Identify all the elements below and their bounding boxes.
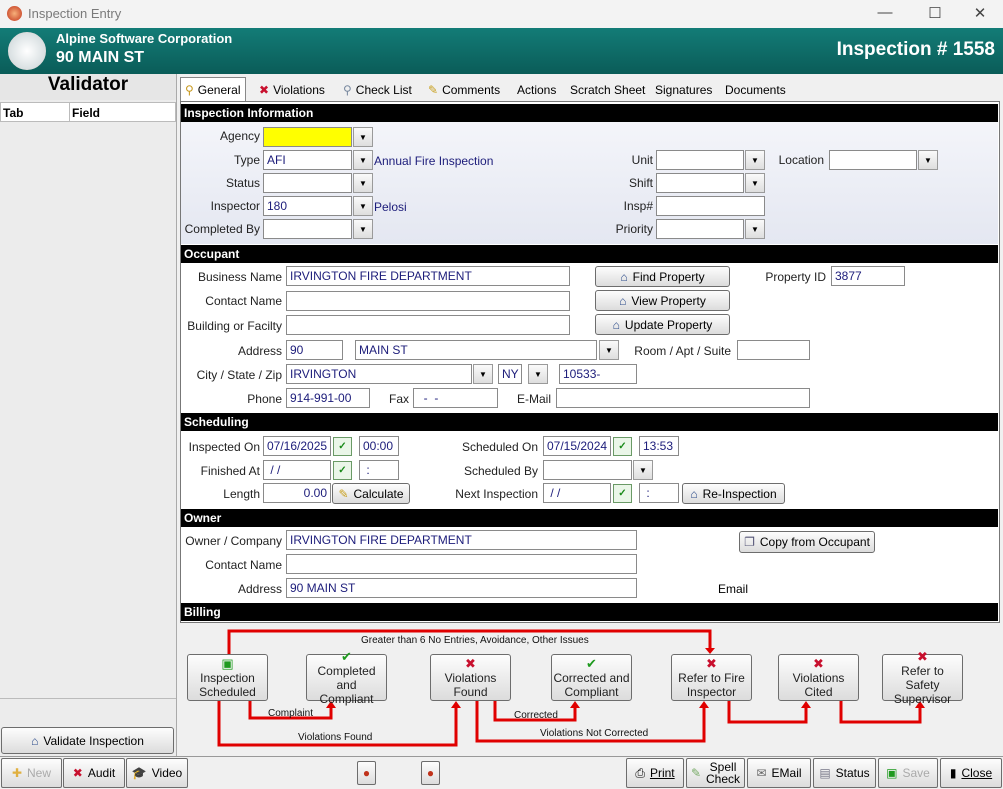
corrected-label: Corrected [514, 710, 558, 721]
status-icon: ▤ [819, 766, 831, 780]
video-icon: 🎓 [131, 766, 147, 780]
spell-check-label: Spell Check [706, 760, 741, 786]
record-button-2[interactable]: ● [421, 761, 440, 785]
not-corrected-label: Violations Not Corrected [540, 728, 649, 739]
email-icon: ✉ [756, 766, 767, 780]
fire-icon: ● [362, 766, 371, 780]
spell-check-button[interactable]: ✎ Spell Check [686, 758, 745, 788]
complaint-label: Complaint [268, 708, 314, 719]
red-x-icon: ✖ [813, 655, 824, 671]
new-button[interactable]: ✚ New [1, 758, 62, 788]
violations-found-label: Violations Found [298, 732, 373, 743]
print-button[interactable]: ⎙ Print [626, 758, 684, 788]
fire-icon: ● [426, 766, 435, 780]
workflow-violations-found[interactable]: ✖ Violations Found [430, 654, 511, 701]
workflow-refer-safety-supervisor[interactable]: ✖ Refer to Safety Supervisor [882, 649, 963, 706]
new-icon: ✚ [11, 766, 23, 780]
arrowhead [451, 701, 461, 708]
door-icon: ▮ [949, 766, 957, 780]
spell-check-icon: ✎ [690, 766, 702, 780]
video-button[interactable]: 🎓 Video [126, 758, 188, 788]
record-button[interactable]: ● [357, 761, 376, 785]
workflow-inspection-scheduled[interactable]: ▣ Inspection Scheduled [187, 654, 268, 701]
workflow-refer-fire-inspector[interactable]: ✖ Refer to Fire Inspector [671, 654, 752, 701]
arrowhead [699, 701, 709, 708]
toolbar-divider [0, 756, 1003, 757]
arrowhead [570, 701, 580, 708]
audit-icon: ✖ [72, 766, 83, 780]
close-button[interactable]: ▮ Close [940, 758, 1002, 788]
workflow-violations-cited[interactable]: ✖ Violations Cited [778, 654, 859, 701]
save-icon: ▣ [886, 766, 898, 780]
workflow-corrected-compliant[interactable]: ✔ Corrected and Compliant [551, 654, 632, 701]
escalation-label: Greater than 6 No Entries, Avoidance, Ot… [361, 635, 589, 646]
workflow-completed-compliant[interactable]: ✔ Completed and Compliant [306, 649, 387, 706]
arrow-cited [727, 701, 808, 724]
email-button[interactable]: ✉ EMail [747, 758, 811, 788]
save-button[interactable]: ▣ Save [878, 758, 938, 788]
red-x-icon: ✖ [917, 648, 928, 664]
status-button[interactable]: ▤ Status [813, 758, 876, 788]
audit-button[interactable]: ✖ Audit [63, 758, 125, 788]
printer-icon: ⎙ [635, 765, 645, 780]
red-x-icon: ✖ [706, 655, 717, 671]
checkmark-icon: ✔ [341, 648, 352, 664]
calendar-icon: ▣ [221, 655, 234, 671]
arrowhead [801, 701, 811, 708]
checkmark-icon: ✔ [586, 655, 597, 671]
red-x-icon: ✖ [465, 655, 476, 671]
